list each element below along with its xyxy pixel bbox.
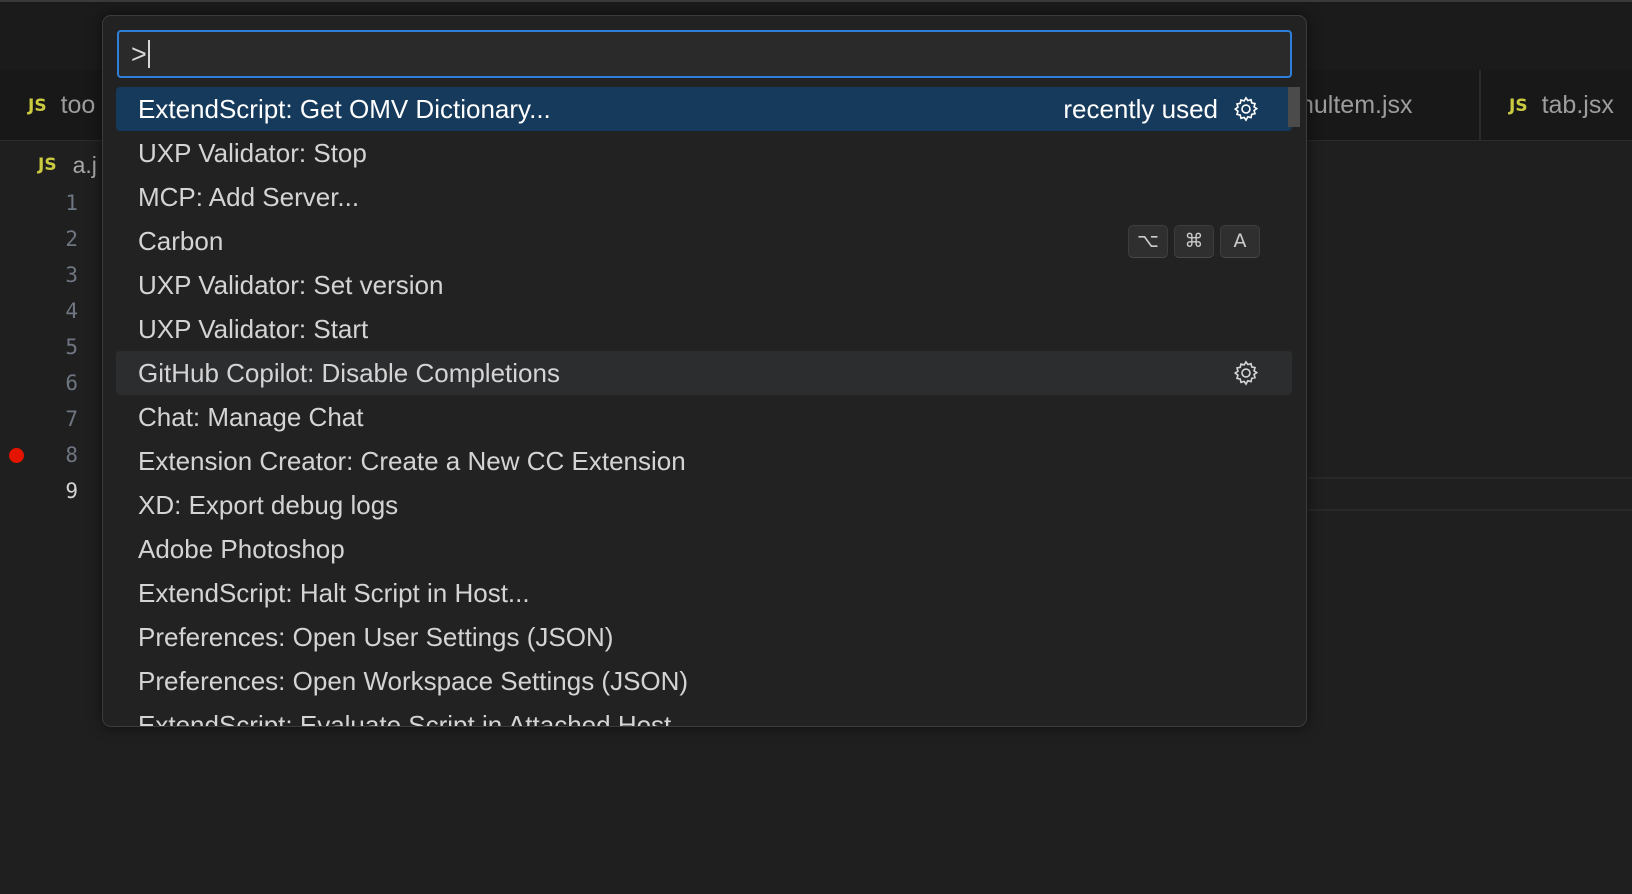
command-item[interactable]: Carbon ⌥ ⌘ A	[116, 219, 1292, 263]
command-label: Chat: Manage Chat	[138, 401, 364, 432]
a-key: A	[1220, 224, 1260, 258]
gear-icon[interactable]	[1232, 95, 1260, 123]
command-item-selected[interactable]: ExtendScript: Get OMV Dictionary... rece…	[116, 87, 1292, 131]
tab-nultem[interactable]: nultem.jsx	[1290, 70, 1480, 141]
command-item[interactable]: UXP Validator: Start	[116, 307, 1292, 351]
recently-used-label: recently used	[1063, 93, 1218, 124]
line-number-current: 9	[65, 479, 78, 503]
command-label: ExtendScript: Halt Script in Host...	[138, 577, 530, 608]
line-number: 6	[65, 371, 78, 395]
javascript-file-icon: JS	[28, 95, 47, 116]
line-number: 2	[65, 227, 78, 251]
command-item[interactable]: Chat: Manage Chat	[116, 395, 1292, 439]
command-label: XD: Export debug logs	[138, 489, 399, 520]
command-item[interactable]: ExtendScript: Halt Script in Host...	[116, 571, 1292, 615]
command-item[interactable]: XD: Export debug logs	[116, 483, 1292, 527]
option-key: ⌥	[1128, 224, 1168, 258]
command-item[interactable]: ExtendScript: Evaluate Script in Attache…	[116, 703, 1292, 727]
command-label: Carbon	[138, 225, 224, 256]
command-key: ⌘	[1174, 224, 1214, 258]
input-value: >	[131, 38, 147, 69]
command-item[interactable]: Extension Creator: Create a New CC Exten…	[116, 439, 1292, 483]
tab-label: too	[60, 91, 96, 119]
command-label: Extension Creator: Create a New CC Exten…	[138, 445, 686, 476]
command-label: Preferences: Open Workspace Settings (JS…	[138, 665, 689, 696]
command-item[interactable]: UXP Validator: Stop	[116, 131, 1292, 175]
command-item[interactable]: MCP: Add Server...	[116, 175, 1292, 219]
command-label: Adobe Photoshop	[138, 533, 345, 564]
command-label: UXP Validator: Start	[138, 313, 369, 344]
command-item-hovered[interactable]: GitHub Copilot: Disable Completions	[116, 351, 1292, 395]
command-item[interactable]: Preferences: Open Workspace Settings (JS…	[116, 659, 1292, 703]
line-number: 4	[65, 299, 78, 323]
breadcrumb[interactable]: JS a.j	[38, 148, 97, 182]
command-label: GitHub Copilot: Disable Completions	[138, 357, 560, 388]
line-number: 7	[65, 407, 78, 431]
line-number: 3	[65, 263, 78, 287]
current-line-highlight	[1254, 477, 1632, 511]
tab-label: tab.jsx	[1541, 91, 1614, 119]
command-label: UXP Validator: Set version	[138, 269, 444, 300]
command-label: ExtendScript: Evaluate Script in Attache…	[138, 709, 672, 727]
command-label: UXP Validator: Stop	[138, 137, 367, 168]
javascript-file-icon: JS	[38, 155, 57, 175]
line-number: 1	[65, 191, 78, 215]
tab-label: nultem.jsx	[1300, 91, 1413, 119]
breakpoint-icon[interactable]	[9, 448, 24, 463]
command-label: Preferences: Open User Settings (JSON)	[138, 621, 614, 652]
command-label: ExtendScript: Get OMV Dictionary...	[138, 93, 551, 124]
gear-icon[interactable]	[1232, 359, 1260, 387]
scrollbar-thumb[interactable]	[1288, 87, 1300, 127]
command-item[interactable]: Preferences: Open User Settings (JSON)	[116, 615, 1292, 659]
command-label: MCP: Add Server...	[138, 181, 360, 212]
command-palette: > ExtendScript: Get OMV Dictionary... re…	[102, 15, 1307, 727]
text-caret	[147, 40, 150, 68]
tab-tab-jsx[interactable]: JS tab.jsx	[1480, 70, 1632, 141]
line-number: 5	[65, 335, 78, 359]
command-item[interactable]: Adobe Photoshop	[116, 527, 1292, 571]
command-palette-input[interactable]: >	[117, 30, 1292, 78]
line-number: 8	[65, 443, 78, 467]
command-list: ExtendScript: Get OMV Dictionary... rece…	[116, 87, 1292, 727]
javascript-file-icon: JS	[1509, 95, 1528, 116]
breadcrumb-file: a.j	[72, 151, 97, 178]
keybinding: ⌥ ⌘ A	[1128, 224, 1260, 258]
command-item[interactable]: UXP Validator: Set version	[116, 263, 1292, 307]
